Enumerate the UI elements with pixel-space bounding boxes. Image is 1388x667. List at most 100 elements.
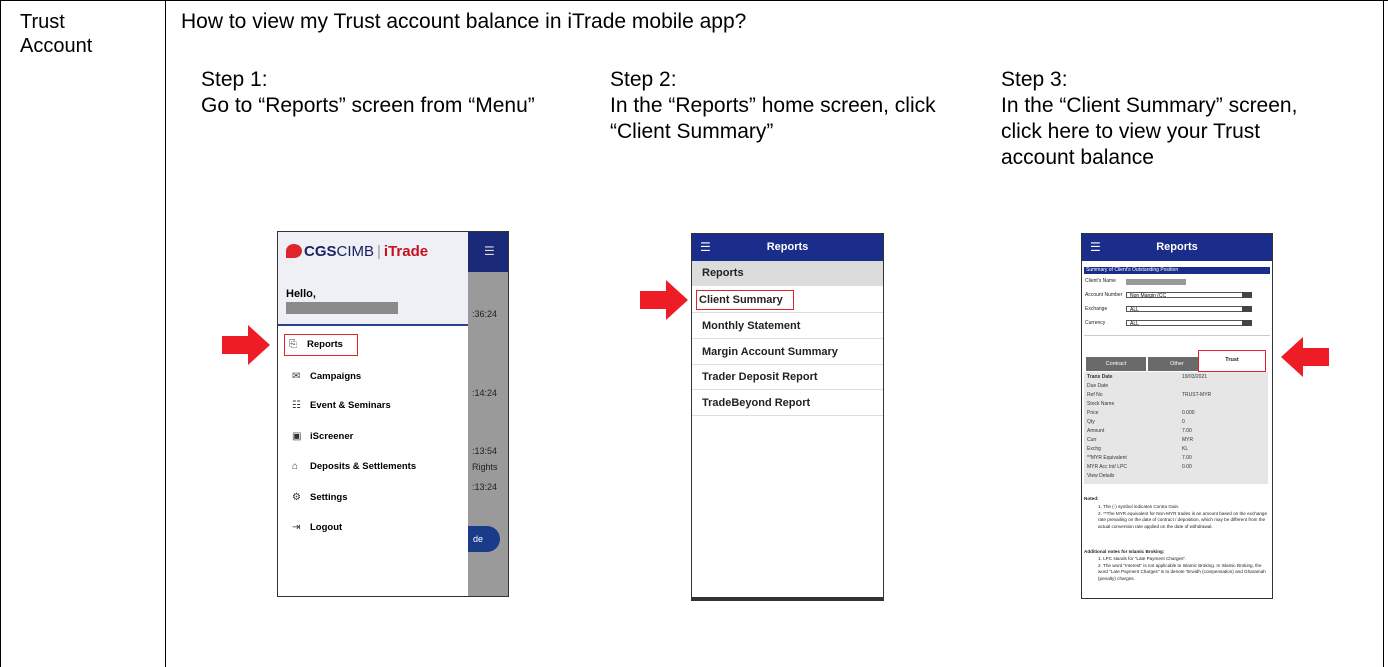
detail-label: Ref No [1087, 392, 1103, 398]
category-text: Trust Account [20, 11, 93, 57]
background-text: Rights [472, 462, 498, 472]
islamic-note-1: 1. LPC stands for "Late Payment Charges"… [1098, 556, 1187, 561]
background-text: :14:24 [472, 388, 498, 398]
summary-tabs: Contract Other Trust [1086, 350, 1266, 372]
detail-value: MYR [1182, 437, 1194, 443]
menu-item-label: Logout [310, 522, 343, 533]
right-arrow-icon [222, 325, 270, 365]
islamic-note-2: 2. The word "Interest" is not applicable… [1098, 563, 1266, 581]
column-divider [165, 0, 166, 667]
menu-item-logout[interactable]: ⇥ Logout [292, 520, 342, 536]
tab-trust[interactable]: Trust [1198, 350, 1266, 372]
detail-label: Trans Date [1087, 374, 1113, 380]
left-arrow-icon [1281, 337, 1329, 377]
table-right-border [1383, 0, 1384, 667]
bank-icon: ⌂ [292, 461, 299, 472]
divider [1084, 335, 1270, 336]
step-description: In the “Client Summary” screen, click he… [1001, 94, 1298, 169]
detail-value: 7.00 [1182, 455, 1192, 461]
step-title: Step 2: [610, 68, 677, 91]
detail-label: Price [1087, 410, 1099, 416]
exchange-select[interactable]: ALL [1126, 306, 1252, 313]
detail-value: KL [1182, 446, 1189, 452]
menu-item-iscreener[interactable]: ▣ iScreener [292, 429, 353, 445]
menu-item-label: iScreener [310, 431, 354, 442]
logo-mark-icon [286, 244, 302, 258]
faq-table: Trust Account How to view my Trust accou… [0, 0, 1388, 667]
report-item-client-summary[interactable]: Client Summary [692, 288, 883, 313]
currency-value: ALL [1130, 321, 1139, 327]
report-icon: ⎘ [289, 339, 297, 350]
account-select[interactable]: Non Margin (CC [1126, 292, 1252, 299]
menu-item-events[interactable]: ☷ Event & Seminars [292, 398, 391, 414]
user-name-redacted [286, 302, 398, 314]
step-description: In the “Reports” home screen, click “Cli… [610, 94, 936, 143]
menu-item-settings[interactable]: ⚙ Settings [292, 490, 347, 506]
detail-value: TRUST-MYR [1182, 392, 1212, 398]
logo-separator: | [377, 243, 381, 260]
report-item-monthly-statement[interactable]: Monthly Statement [692, 314, 883, 339]
dropdown-icon [1242, 306, 1252, 312]
summary-bar: Summary of Client's Outstanding Position [1084, 267, 1270, 274]
view-details-link[interactable]: View Details [1087, 473, 1114, 479]
report-item-label: Client Summary [696, 290, 794, 310]
question-title: How to view my Trust account balance in … [181, 10, 747, 33]
screenshot-menu: ☰ :36:24 :14:24 :13:54 Rights :13:24 de … [277, 231, 509, 597]
menu-item-label: Campaigns [310, 371, 362, 382]
background-text: :36:24 [472, 309, 498, 319]
hamburger-icon[interactable]: ☰ [1090, 234, 1101, 261]
step-2: Step 2: In the “Reports” home screen, cl… [610, 67, 950, 145]
exchange-label: Exchange [1085, 306, 1108, 312]
currency-label: Currency [1085, 320, 1106, 326]
menu-item-reports[interactable]: ⎘ Reports [284, 334, 358, 356]
report-item-label: TradeBeyond Report [702, 397, 811, 409]
step-1: Step 1: Go to “Reports” screen from “Men… [201, 67, 541, 119]
account-value: Non Margin (CC [1130, 293, 1167, 299]
report-item-label: Margin Account Summary [702, 346, 838, 358]
section-heading: Reports [692, 261, 883, 286]
menu-item-label: Event & Seminars [310, 400, 391, 411]
menu-item-label: Reports [307, 339, 343, 350]
report-item-margin-summary[interactable]: Margin Account Summary [692, 340, 883, 365]
detail-label: Exchg [1087, 446, 1101, 452]
table-top-border [0, 0, 1388, 1]
greeting: Hello, [286, 288, 316, 300]
detail-label: Stock Name [1087, 401, 1115, 407]
note-2: 2. **The MYR equivalent for Non-MYR trad… [1098, 511, 1268, 529]
menu-item-deposits[interactable]: ⌂ Deposits & Settlements [292, 459, 416, 475]
header-title: Reports [766, 241, 809, 253]
detail-label: Qty [1087, 419, 1095, 425]
menu-item-campaigns[interactable]: ✉ Campaigns [292, 369, 361, 385]
report-item-label: Monthly Statement [702, 320, 801, 332]
logo-cgs: CGS [304, 243, 337, 260]
detail-value: 0 [1182, 419, 1185, 425]
step-3: Step 3: In the “Client Summary” screen, … [1001, 67, 1341, 171]
islamic-title: Additional notes for Islamic Broking: [1084, 549, 1165, 554]
menu-header: CGSCIMB | iTrade Hello, [278, 232, 468, 326]
menu-item-label: Deposits & Settlements [310, 461, 417, 472]
tab-label: Trust [1225, 357, 1239, 363]
menu-item-label: Settings [310, 492, 348, 503]
currency-select[interactable]: ALL [1126, 320, 1252, 327]
filter-icon[interactable]: ☰ [484, 244, 495, 258]
exchange-value: ALL [1130, 307, 1139, 313]
hamburger-icon[interactable]: ☰ [700, 234, 711, 261]
header-title: Reports [1156, 241, 1198, 253]
report-item-tradebeyond[interactable]: TradeBeyond Report [692, 391, 883, 416]
logo-cimb: CIMB [336, 243, 375, 260]
report-item-trader-deposit[interactable]: Trader Deposit Report [692, 365, 883, 390]
dropdown-icon [1242, 320, 1252, 326]
detail-label: **MYR Equivalent [1087, 455, 1127, 461]
tab-contract[interactable]: Contract [1086, 357, 1146, 371]
gear-icon: ⚙ [292, 492, 301, 503]
background-text: :13:24 [472, 482, 498, 492]
report-item-label: Trader Deposit Report [702, 371, 818, 383]
detail-label: Amount [1087, 428, 1105, 434]
screenshot-reports: ☰ Reports Reports Client Summary Monthly… [691, 233, 884, 601]
detail-label: Due Date [1087, 383, 1109, 389]
noted-title: Noted: [1084, 496, 1099, 501]
client-name-label: Client's Name [1085, 278, 1116, 284]
detail-value: 0.00 [1182, 464, 1192, 470]
note-1: 1. The (-) symbol indicates Contra Gain. [1098, 504, 1180, 509]
step-title: Step 1: [201, 68, 268, 91]
